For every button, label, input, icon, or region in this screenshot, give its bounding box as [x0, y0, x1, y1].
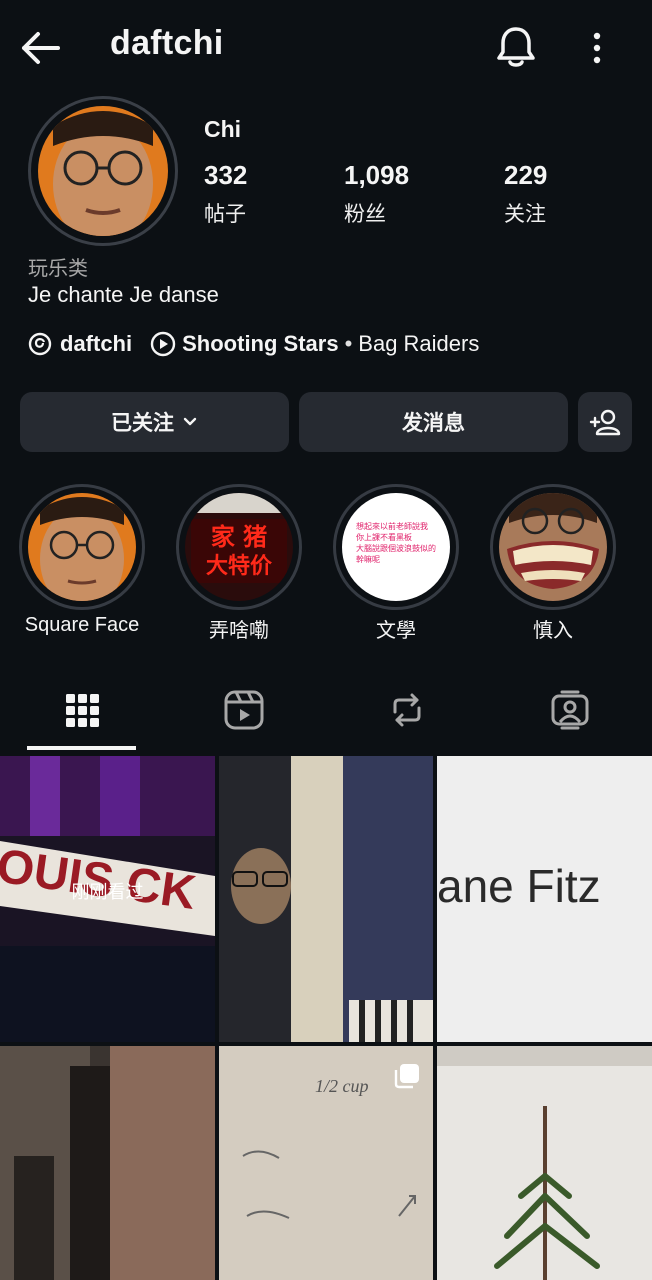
tab-tagged[interactable]: [546, 686, 594, 734]
following-label[interactable]: 关注: [504, 198, 546, 228]
back-button[interactable]: [18, 26, 64, 70]
posts-label[interactable]: 帖子: [204, 198, 246, 228]
posts-count[interactable]: 332: [204, 160, 247, 191]
note-text: 幹嘛呢: [356, 554, 380, 564]
note-text: 大腦說跟個波浪鼓似的: [356, 543, 436, 553]
highlight-cover-square-face[interactable]: [28, 493, 136, 601]
tab-posts-grid[interactable]: [58, 686, 106, 734]
sign-text: ane Fitz: [437, 860, 601, 912]
profile-username: daftchi: [110, 24, 224, 62]
grid-icon: [66, 694, 99, 727]
message-button[interactable]: 发消息: [299, 392, 568, 452]
highlight-label[interactable]: 文學: [321, 614, 471, 643]
post-thumbnail[interactable]: [437, 1046, 652, 1280]
profile-links-row: daftchi Shooting Stars • Bag Raiders: [28, 328, 479, 360]
sign-text: 家 猪: [211, 523, 267, 551]
highlight-cover-note[interactable]: 想起來以前老師說我 你上課不看黑板 大腦說跟個波浪鼓似的 幹嘛呢: [342, 493, 450, 601]
post-thumbnail[interactable]: OUIS CK 刚刚看过: [0, 756, 215, 1042]
post-thumbnail[interactable]: [219, 756, 433, 1042]
post-thumbnail[interactable]: [0, 1046, 215, 1280]
threads-icon: [28, 332, 52, 356]
add-user-icon: [589, 409, 621, 436]
profile-bio: Je chante Je danse: [28, 282, 219, 307]
post-thumbnail[interactable]: ane Fitz: [437, 756, 652, 1042]
highlight-label[interactable]: Square Face: [7, 614, 157, 637]
threads-link[interactable]: daftchi: [28, 331, 132, 357]
arrow-left-icon: [22, 32, 60, 64]
following-button[interactable]: 已关注: [20, 392, 289, 452]
chevron-down-icon: [183, 417, 197, 426]
tab-reposts[interactable]: [383, 686, 431, 734]
top-bar: daftchi: [0, 0, 652, 96]
seen-overlay: 刚刚看过: [71, 882, 144, 902]
bell-icon: [497, 27, 535, 67]
note-text: 你上課不看黑板: [356, 532, 412, 542]
music-link[interactable]: Shooting Stars • Bag Raiders: [150, 331, 479, 357]
followers-label[interactable]: 粉丝: [344, 198, 386, 228]
following-button-label: 已关注: [111, 412, 174, 435]
highlight-cover-sign[interactable]: 家 猪 大特价: [185, 493, 293, 601]
tagged-icon: [551, 690, 589, 730]
display-name: Chi: [204, 116, 242, 142]
highlight-label[interactable]: 慎入: [478, 614, 628, 643]
highlight-cover-smile[interactable]: [499, 493, 607, 601]
reposts-icon: [393, 693, 421, 727]
reels-icon: [224, 690, 264, 730]
following-count[interactable]: 229: [504, 160, 547, 191]
profile-category: 玩乐类: [28, 258, 88, 280]
post-thumbnail[interactable]: 1/2 cup: [219, 1046, 433, 1280]
play-circle-icon: [150, 331, 176, 357]
followers-count[interactable]: 1,098: [344, 160, 409, 191]
tab-reels[interactable]: [220, 686, 268, 734]
suggest-user-button[interactable]: [578, 392, 632, 452]
more-options-button[interactable]: [582, 26, 612, 70]
active-tab-indicator: [27, 746, 136, 750]
message-button-label: 发消息: [402, 412, 465, 435]
avatar[interactable]: [38, 106, 168, 236]
music-song: Shooting Stars: [182, 331, 339, 356]
carousel-icon: [394, 1064, 419, 1089]
notifications-button[interactable]: [494, 24, 538, 70]
note-text: 1/2 cup: [315, 1076, 369, 1096]
music-artist: Bag Raiders: [358, 331, 480, 356]
music-separator: •: [344, 331, 353, 356]
note-text: 想起來以前老師說我: [356, 521, 428, 531]
highlight-label[interactable]: 弄啥嘞: [164, 614, 314, 643]
threads-handle: daftchi: [60, 331, 133, 356]
sign-text: 大特价: [206, 553, 273, 579]
more-vertical-icon: [593, 32, 601, 64]
